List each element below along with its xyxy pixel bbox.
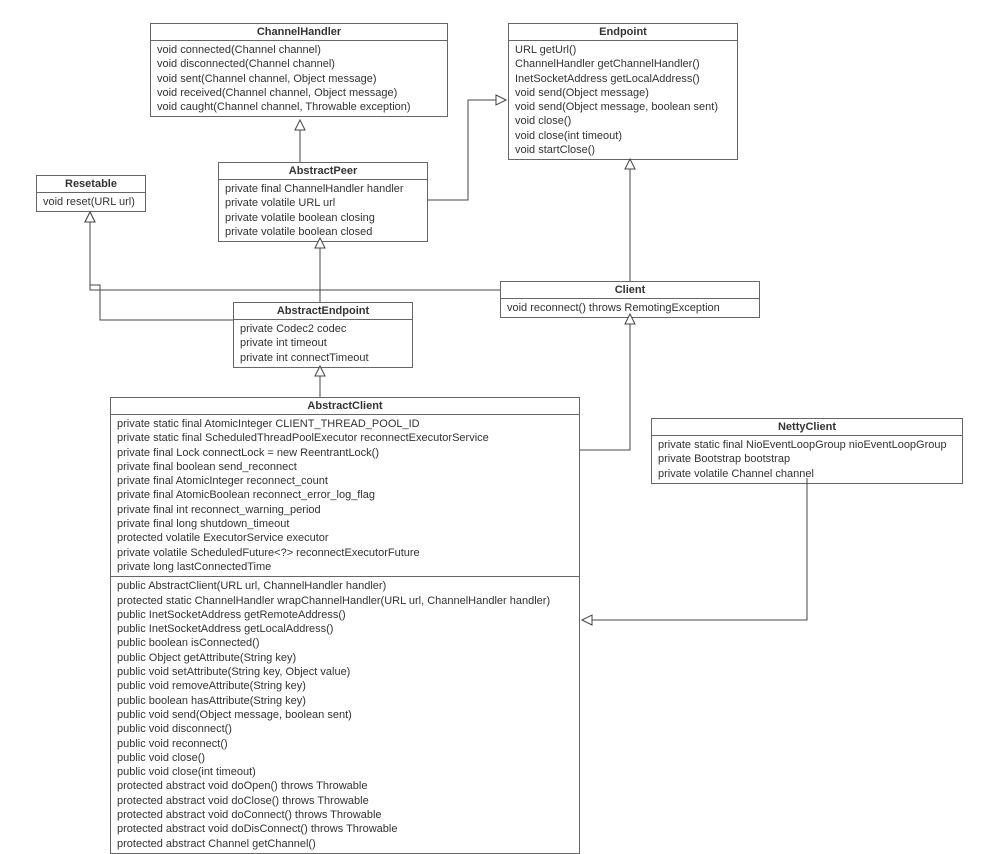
class-abstract-endpoint: AbstractEndpoint private Codec2 codec pr… [233,302,413,368]
class-resetable: Resetable void reset(URL url) [36,175,146,212]
class-members: void reset(URL url) [37,193,145,211]
class-title: NettyClient [652,419,962,436]
class-abstract-peer: AbstractPeer private final ChannelHandle… [218,162,428,242]
class-members: private final ChannelHandler handler pri… [219,180,427,241]
class-title: AbstractClient [111,398,579,415]
class-members: private static final NioEventLoopGroup n… [652,436,962,483]
class-title: AbstractPeer [219,163,427,180]
class-fields: private static final AtomicInteger CLIEN… [111,415,579,577]
class-members: URL getUrl() ChannelHandler getChannelHa… [509,41,737,159]
class-title: Resetable [37,176,145,193]
class-members: private Codec2 codec private int timeout… [234,320,412,367]
class-title: Endpoint [509,24,737,41]
class-abstract-client: AbstractClient private static final Atom… [110,397,580,854]
class-title: Client [501,282,759,299]
class-netty-client: NettyClient private static final NioEven… [651,418,963,484]
class-client: Client void reconnect() throws RemotingE… [500,281,760,318]
class-title: AbstractEndpoint [234,303,412,320]
class-methods: public AbstractClient(URL url, ChannelHa… [111,577,579,853]
class-members: void reconnect() throws RemotingExceptio… [501,299,759,317]
class-title: ChannelHandler [151,24,447,41]
class-channel-handler: ChannelHandler void connected(Channel ch… [150,23,448,117]
class-members: void connected(Channel channel) void dis… [151,41,447,116]
class-endpoint: Endpoint URL getUrl() ChannelHandler get… [508,23,738,160]
